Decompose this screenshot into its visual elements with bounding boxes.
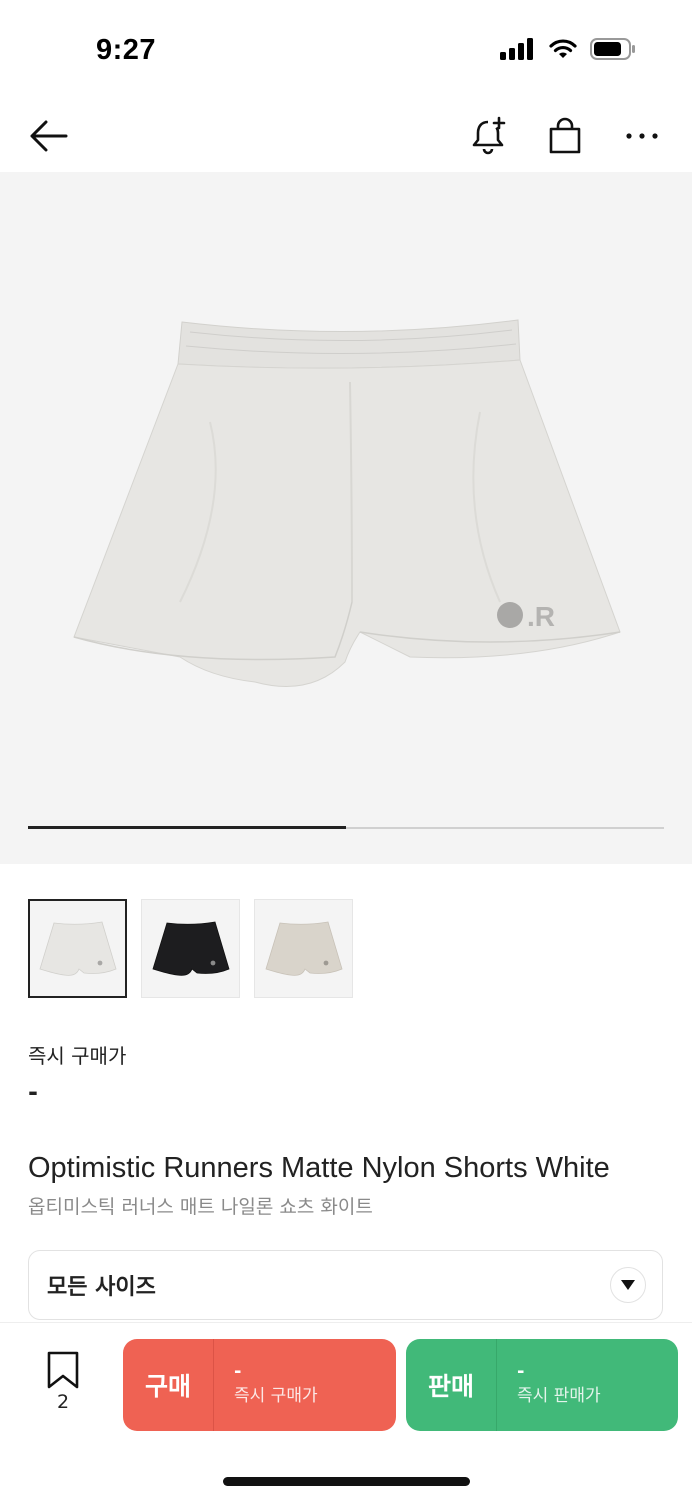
instant-buy-price-value: -: [28, 1078, 38, 1106]
bookmark-icon: [47, 1351, 79, 1389]
shopping-bag-icon: [549, 117, 581, 154]
more-button[interactable]: [618, 112, 666, 160]
product-title: Optimistic Runners Matte Nylon Shorts Wh…: [28, 1152, 610, 1184]
buy-price-label: 즉시 구매가: [234, 1386, 318, 1406]
thumbnail-beige-image: [265, 921, 342, 976]
sell-button-label: 판매: [427, 1372, 474, 1401]
status-time: 9:27: [96, 34, 157, 66]
buy-button-label: 구매: [144, 1372, 191, 1401]
dropdown-triangle-icon: [610, 1267, 646, 1303]
product-title-korean: 옵티미스틱 러너스 매트 나일론 쇼츠 화이트: [28, 1196, 373, 1218]
top-nav-bar: [0, 100, 692, 172]
sell-price: -: [517, 1361, 525, 1382]
buy-button[interactable]: 구매 - 즉시 구매가: [123, 1339, 396, 1431]
sell-button-info: - 즉시 판매가: [497, 1361, 601, 1409]
product-image: .R: [73, 319, 621, 687]
thumbnail-white-image: [39, 921, 116, 976]
home-indicator[interactable]: [223, 1477, 470, 1486]
sell-button[interactable]: 판매 - 즉시 판매가: [406, 1339, 678, 1431]
bottom-action-bar: 2 구매 - 즉시 구매가 판매 - 즉시 판매가: [0, 1322, 692, 1500]
thumbnail-black-image: [152, 921, 229, 976]
gallery-progress-fill: [28, 826, 346, 829]
cellular-signal-icon: [500, 38, 536, 64]
gallery-progress-track: [28, 826, 664, 829]
size-selector[interactable]: 모든 사이즈: [28, 1250, 663, 1320]
thumbnail-black[interactable]: [141, 899, 240, 998]
back-button[interactable]: [24, 112, 72, 160]
wishlist-count: 2: [56, 1391, 70, 1413]
product-image-gallery[interactable]: .R: [0, 172, 692, 864]
buy-price: -: [234, 1361, 242, 1382]
battery-icon: [590, 38, 636, 64]
sell-price-label: 즉시 판매가: [517, 1386, 601, 1406]
cart-button[interactable]: [541, 112, 589, 160]
more-dots-icon: [626, 133, 658, 139]
status-icons: [500, 38, 636, 64]
size-selector-value: 모든 사이즈: [47, 1275, 156, 1300]
bell-plus-icon: [472, 116, 506, 155]
buy-button-info: - 즉시 구매가: [214, 1361, 318, 1409]
svg-text:.R: .R: [527, 601, 555, 632]
thumbnail-white[interactable]: [28, 899, 127, 998]
thumbnail-list: [28, 899, 353, 998]
wifi-icon: [548, 38, 578, 64]
wishlist-button[interactable]: 2: [40, 1351, 86, 1415]
instant-buy-price-label: 즉시 구매가: [28, 1044, 127, 1068]
status-bar: 9:27: [0, 0, 692, 100]
price-alert-button[interactable]: [464, 112, 512, 160]
thumbnail-beige[interactable]: [254, 899, 353, 998]
back-arrow-icon: [30, 120, 68, 152]
